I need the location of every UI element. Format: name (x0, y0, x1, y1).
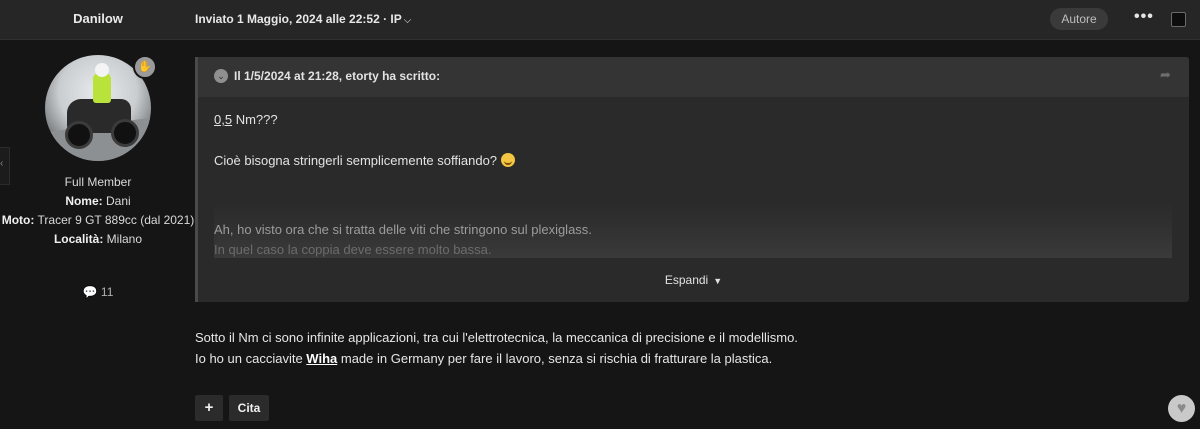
quote-button[interactable]: Cita (229, 395, 269, 421)
user-moto-row: Moto: Tracer 9 GT 889cc (dal 2021) (1, 213, 195, 227)
quote-citation[interactable]: Il 1/5/2024 at 21:28, etorty ha scritto: (234, 69, 440, 83)
post-count[interactable]: 💬 11 (0, 285, 196, 299)
rank-badge-icon: ✋ (133, 55, 157, 79)
post-line: Sotto il Nm ci sono infinite applicazion… (195, 330, 798, 345)
caret-down-icon: ▼ (713, 276, 723, 286)
post-content: Sotto il Nm ci sono infinite applicazion… (195, 327, 798, 369)
user-location-row: Località: Milano (53, 232, 143, 246)
smile-icon (501, 153, 516, 167)
quote-fade: Ah, ho visto ora che si tratta delle vit… (214, 202, 1172, 258)
underlined-value: 0,5 (214, 112, 233, 127)
faded-line: In quel caso la coppia deve essere molto… (214, 242, 492, 257)
select-post-checkbox[interactable] (1171, 12, 1186, 27)
quote-block: ⌄ Il 1/5/2024 at 21:28, etorty ha scritt… (195, 57, 1189, 302)
wiha-link[interactable]: Wiha (306, 351, 337, 366)
quote-line: Cioè bisogna stringerli semplicemente so… (214, 153, 516, 168)
author-name[interactable]: Danilow (0, 11, 196, 26)
post-line: Io ho un cacciavite Wiha made in Germany… (195, 351, 773, 366)
post-header: Danilow Inviato 1 Maggio, 2024 alle 22:5… (0, 0, 1200, 40)
chevron-left-icon: ‹ (0, 158, 4, 169)
expand-button[interactable]: Espandi ▼ (198, 273, 1189, 287)
author-badge: Autore (1050, 8, 1108, 30)
more-options-icon[interactable]: ••• (1134, 8, 1154, 26)
post-meta[interactable]: Inviato 1 Maggio, 2024 alle 22:52 · IP ⌵ (195, 12, 411, 26)
multiquote-button[interactable]: + (195, 395, 223, 421)
chevron-down-icon[interactable]: ⌵ (404, 15, 412, 26)
collapse-quote-icon[interactable]: ⌄ (214, 69, 228, 83)
share-icon[interactable]: ➦ (1160, 67, 1171, 83)
faded-line: Ah, ho visto ora che si tratta delle vit… (214, 222, 592, 237)
user-name-row: Nome: Dani (65, 194, 131, 208)
quote-line: 0,5 Nm??? (214, 112, 278, 127)
quote-header: ⌄ Il 1/5/2024 at 21:28, etorty ha scritt… (198, 57, 1189, 97)
post-date[interactable]: Inviato 1 Maggio, 2024 alle 22:52 · IP (195, 12, 402, 26)
heart-icon[interactable]: ♥ (1168, 395, 1195, 422)
comment-icon: 💬 (82, 285, 98, 299)
user-info: Full Member Nome: Dani Moto: Tracer 9 GT… (0, 173, 196, 249)
user-rank: Full Member (64, 175, 132, 189)
